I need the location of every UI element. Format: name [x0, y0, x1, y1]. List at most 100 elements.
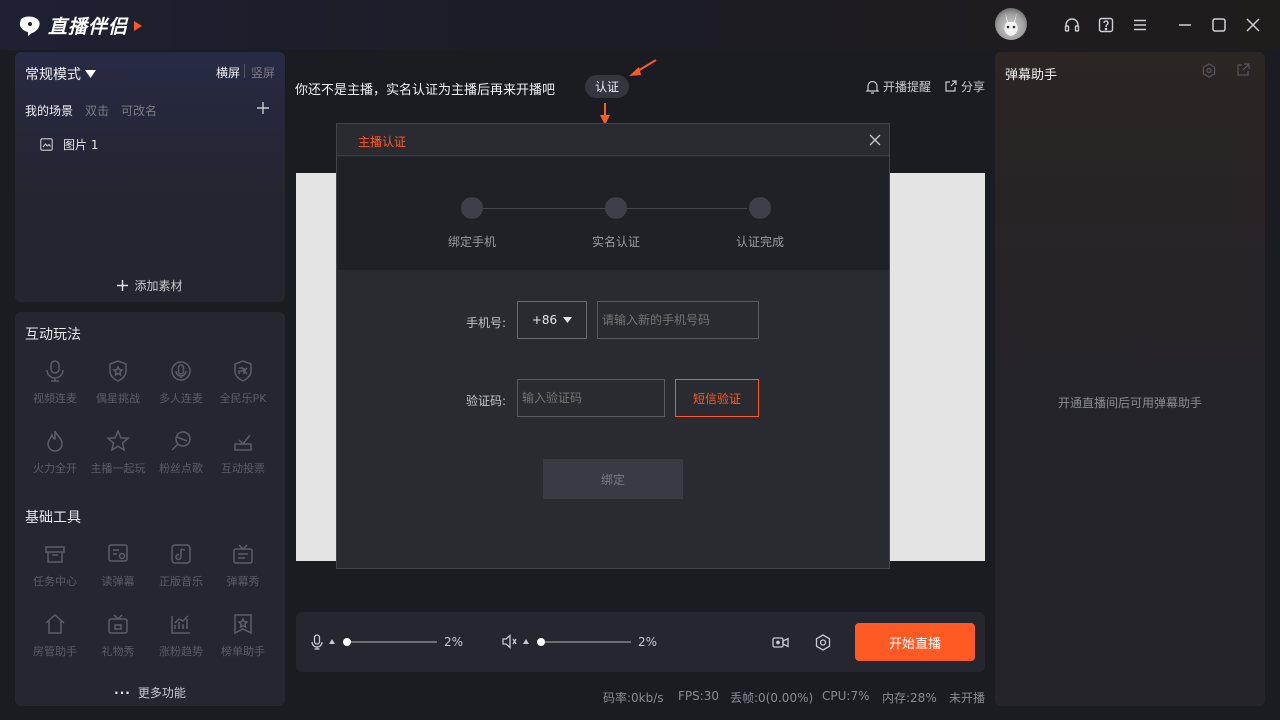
music-icon: [168, 541, 194, 567]
add-material-button[interactable]: 添加素材: [15, 277, 285, 294]
tool-fan-trend[interactable]: 涨粉趋势: [151, 611, 211, 659]
live-remind-label: 开播提醒: [883, 80, 932, 94]
tool-music[interactable]: 正版音乐: [151, 541, 211, 589]
verify-modal: 主播认证 绑定手机 实名认证 认证完成 手机号: +86 验证码: 短信验证 绑…: [336, 123, 890, 569]
tv-icon: [230, 541, 256, 567]
orientation-portrait[interactable]: 竖屏: [251, 64, 275, 81]
close-icon[interactable]: [1243, 15, 1263, 35]
add-material-label: 添加素材: [134, 279, 183, 293]
scene-item-label: 图片 1: [63, 138, 99, 152]
shield-star-icon: [105, 358, 131, 384]
tool-label: 视频连麦: [33, 392, 77, 405]
danmu-settings-icon[interactable]: [1202, 63, 1216, 78]
share-button[interactable]: 分享: [944, 78, 985, 95]
tool-label: 榜单助手: [221, 645, 265, 658]
tool-label: 粉丝点歌: [159, 462, 203, 475]
tool-room-admin[interactable]: 房管助手: [25, 611, 85, 659]
danmu-empty-text: 开通直播间后可用弹幕助手: [1057, 396, 1202, 410]
share-icon: [945, 80, 957, 92]
add-scene-icon[interactable]: [256, 101, 270, 115]
scenes-hint-rename: 可改名: [121, 104, 158, 118]
tool-pk[interactable]: 全民乐PK: [213, 358, 273, 406]
orientation-landscape[interactable]: 横屏: [216, 64, 240, 81]
interactive-title: 互动玩法: [25, 327, 81, 343]
tool-fire[interactable]: 火力全开: [25, 428, 85, 476]
step-label-2: 实名认证: [591, 235, 640, 249]
start-live-button[interactable]: 开始直播: [855, 623, 975, 661]
tool-label: 偶星挑战: [96, 392, 140, 405]
tool-multi-link[interactable]: 多人连麦: [151, 358, 211, 406]
tool-read-danmu[interactable]: 读弹幕: [88, 541, 148, 589]
phone-label: 手机号:: [466, 316, 507, 330]
scene-item[interactable]: 图片 1: [40, 136, 98, 153]
status-fps: FPS:30: [678, 689, 720, 703]
tool-label: 房管助手: [33, 645, 77, 658]
title-bar: [0, 0, 1280, 50]
play-icon: [134, 20, 143, 31]
tool-label: 互动投票: [221, 462, 265, 475]
rank-icon: [230, 611, 256, 637]
danmu-panel: [995, 52, 1265, 706]
tool-label: 涨粉趋势: [159, 645, 203, 658]
tool-danmu-show[interactable]: 弹幕秀: [213, 541, 273, 589]
help-icon[interactable]: [1096, 15, 1116, 35]
pk-icon: [230, 358, 256, 384]
modal-close-icon[interactable]: [868, 133, 882, 147]
maximize-icon[interactable]: [1209, 15, 1229, 35]
phone-input[interactable]: [597, 301, 759, 339]
mic-volume-slider[interactable]: [343, 637, 437, 647]
mode-dropdown[interactable]: 常规模式: [25, 64, 96, 84]
read-danmu-icon: [105, 541, 131, 567]
image-icon: [40, 138, 53, 151]
tool-vote[interactable]: 互动投票: [213, 428, 273, 476]
mic-icon[interactable]: [311, 634, 323, 650]
tool-gift-show[interactable]: 礼物秀: [88, 611, 148, 659]
speaker-slider-knob[interactable]: [537, 638, 545, 646]
mic-slider-track: [343, 641, 437, 643]
camera-icon[interactable]: [772, 636, 789, 649]
status-live: 未开播: [949, 691, 986, 705]
headset-icon[interactable]: [1062, 15, 1082, 35]
status-memory: 内存:28%: [882, 691, 937, 705]
step-dot-1: [461, 197, 483, 219]
fire-icon: [42, 428, 68, 454]
star-icon: [105, 428, 131, 454]
bell-icon: [866, 80, 879, 94]
step-label-3: 认证完成: [735, 235, 784, 249]
status-dropped: 丢帧:0(0.00%): [730, 691, 814, 705]
tool-task-center[interactable]: 任务中心: [25, 541, 85, 589]
sms-verify-button[interactable]: 短信验证: [675, 379, 759, 417]
mic-slider-knob[interactable]: [343, 638, 351, 646]
menu-icon[interactable]: [1130, 15, 1150, 35]
scene-panel: [15, 52, 285, 302]
mic-caret-up-icon[interactable]: [329, 639, 335, 644]
live-remind-button[interactable]: 开播提醒: [866, 78, 931, 95]
tool-star-challenge[interactable]: 偶星挑战: [88, 358, 148, 406]
more-features-button[interactable]: ··· 更多功能: [15, 684, 285, 701]
orientation-divider: [244, 64, 245, 78]
tool-play-together[interactable]: 主播一起玩: [88, 428, 148, 476]
mode-label: 常规模式: [25, 67, 81, 83]
verify-button[interactable]: 认证: [585, 75, 629, 98]
code-input[interactable]: [517, 379, 665, 417]
sms-verify-label: 短信验证: [692, 391, 741, 406]
scenes-label: 我的场景: [25, 104, 74, 118]
speaker-caret-up-icon[interactable]: [523, 639, 529, 644]
tool-label: 全民乐PK: [219, 392, 267, 405]
danmu-popout-icon[interactable]: [1236, 63, 1250, 77]
tool-fan-song[interactable]: 粉丝点歌: [151, 428, 211, 476]
status-bitrate: 码率:0kb/s: [603, 691, 664, 705]
speaker-icon[interactable]: [502, 634, 518, 649]
tool-label: 任务中心: [33, 575, 77, 588]
bind-button[interactable]: 绑定: [543, 459, 683, 499]
tool-video-link[interactable]: 视频连麦: [25, 358, 85, 406]
tool-rank[interactable]: 榜单助手: [213, 611, 273, 659]
country-code-select[interactable]: +86: [517, 301, 587, 339]
tool-label: 礼物秀: [101, 645, 135, 658]
speaker-volume-slider[interactable]: [537, 637, 631, 647]
settings-icon[interactable]: [815, 634, 831, 651]
minimize-icon[interactable]: [1175, 15, 1195, 35]
multi-mic-icon: [168, 358, 194, 384]
user-avatar[interactable]: [995, 8, 1027, 40]
step-dot-2: [605, 197, 627, 219]
